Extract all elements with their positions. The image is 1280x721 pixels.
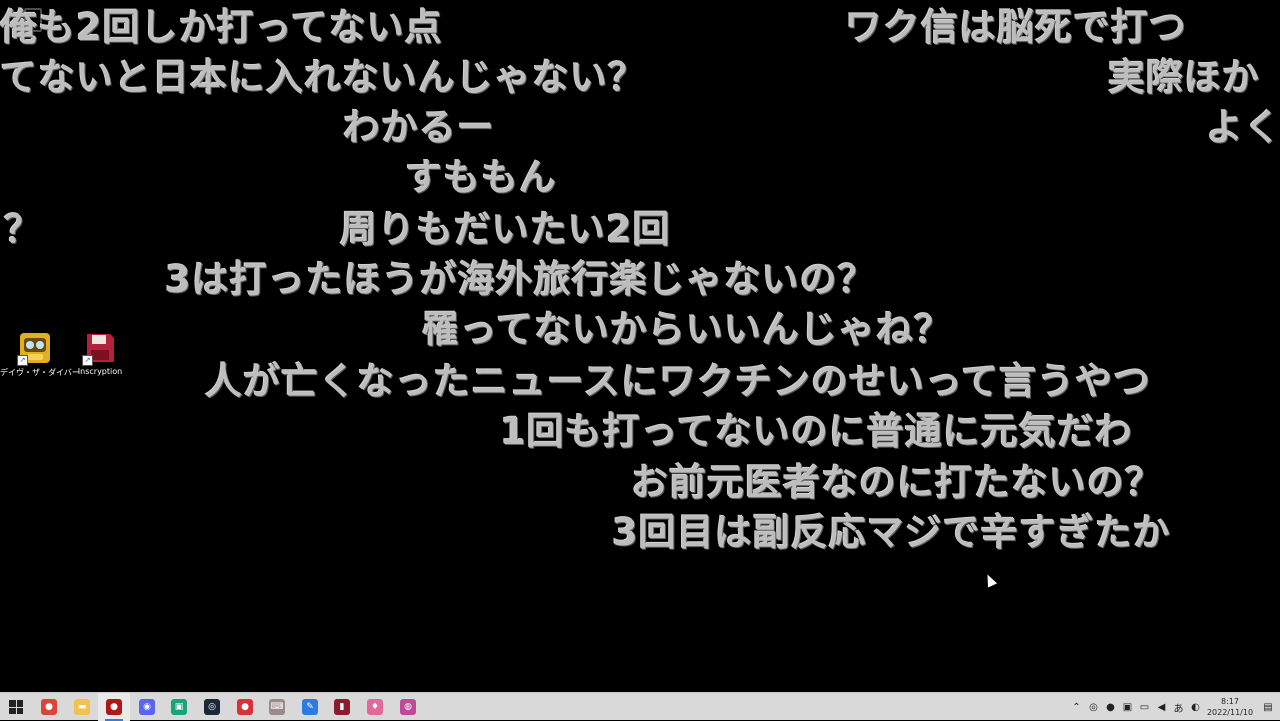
clock-time: 8:17: [1221, 697, 1239, 706]
app-icon: ●: [106, 699, 122, 715]
taskbar-app-file-explorer[interactable]: ▬: [66, 693, 98, 721]
screen-icon[interactable]: ▭: [1136, 693, 1153, 721]
flame-icon: ♦: [367, 699, 383, 715]
taskbar-app-app-flame[interactable]: ♦: [359, 693, 391, 721]
notification-icon[interactable]: ▤: [1256, 693, 1280, 721]
taskbar-app-inscryption[interactable]: ▮: [326, 693, 358, 721]
shortcut-arrow-icon: ↗: [17, 355, 28, 366]
comment: 罹ってないからいいんじゃね？: [422, 308, 953, 351]
inscryption-taskbar-icon: ▮: [334, 699, 350, 715]
folder-icon: ▬: [74, 699, 90, 715]
steam-icon: ◎: [204, 699, 220, 715]
clock[interactable]: 8:17 2022/11/10: [1204, 696, 1256, 718]
chevron-up-icon[interactable]: ⌃: [1068, 693, 1085, 721]
desktop-icon-inscryption[interactable]: ↗ Inscryption: [65, 332, 135, 376]
comment: 1回も打ってないのに普通に元気だわ: [500, 410, 1133, 453]
comment: 俺も2回しか打ってない点: [0, 6, 443, 49]
mouse-cursor-icon: [982, 572, 998, 588]
desktop-icon-dave-the-diver[interactable]: ↗ デイヴ・ザ・ダイバー: [0, 332, 80, 378]
system-tray: ⌃ ◎ ● ▣ ▭ ◀ あ ◐ 8:17 2022/11/10 ▤: [1068, 693, 1280, 721]
comment: すももん: [405, 156, 557, 199]
taskbar-app-app-blue[interactable]: ✎: [294, 693, 326, 721]
comment: 人が亡くなったニュースにワクチンのせいって言うやつ: [205, 360, 1152, 403]
windows-logo-icon: [9, 700, 23, 714]
ime-icon[interactable]: あ: [1170, 693, 1187, 721]
taskbar-app-discord[interactable]: ◉: [131, 693, 163, 721]
comment: 3回目は副反応マジで辛すぎたか: [612, 511, 1171, 554]
comment: ？: [4, 208, 42, 251]
shield-icon[interactable]: ◐: [1187, 693, 1204, 721]
comment: 実際ほか: [1108, 56, 1260, 99]
taskbar-app-app-green[interactable]: ▣: [163, 693, 195, 721]
desktop-icon-label: Inscryption: [77, 367, 123, 376]
volume-icon[interactable]: ◀: [1153, 693, 1170, 721]
taskbar: ● ▬ ● ◉ ▣ ◎ ● ⌨ ✎ ▮ ♦ ◍ ⌃ ◎ ● ▣ ▭ ◀ あ ◐ 8:17 2022/1…: [0, 692, 1280, 721]
dave-the-diver-icon: ↗: [17, 332, 51, 366]
shortcut-arrow-icon: ↗: [82, 355, 93, 366]
start-button[interactable]: [0, 693, 32, 721]
keyboard-icon: ⌨: [269, 699, 285, 715]
meet-icon[interactable]: ◎: [1085, 693, 1102, 721]
comment: 周りもだいたい2回: [340, 208, 671, 251]
taskbar-app-app-red-black[interactable]: ●: [98, 693, 130, 721]
multicolor-app-icon: ◍: [400, 699, 416, 715]
red-app-icon: ●: [237, 699, 253, 715]
chrome-icon: ●: [41, 699, 57, 715]
clock-date: 2022/11/10: [1206, 708, 1254, 717]
desktop-icon-label: デイヴ・ザ・ダイバー: [0, 368, 80, 377]
taskbar-app-chrome[interactable]: ●: [33, 693, 65, 721]
taskbar-app-app-red[interactable]: ●: [229, 693, 261, 721]
comment: お前元医者なのに打たないの？: [631, 461, 1163, 504]
green-app-icon: ▣: [171, 699, 187, 715]
desktop: 俺も2回しか打ってない点 ワク信は脳死で打つ てないと日本に入れないんじゃない？…: [0, 0, 1280, 692]
blue-app-icon: ✎: [302, 699, 318, 715]
comment: ワク信は脳死で打つ: [845, 6, 1187, 49]
comment: よく: [1206, 106, 1280, 149]
taskbar-app-app-multi[interactable]: ◍: [392, 693, 424, 721]
taskbar-app-keyboard[interactable]: ⌨: [261, 693, 293, 721]
mic-icon[interactable]: ●: [1102, 693, 1119, 721]
discord-icon: ◉: [139, 699, 155, 715]
comment: てないと日本に入れないんじゃない？: [0, 56, 646, 99]
network-icon[interactable]: ▣: [1119, 693, 1136, 721]
comment: わかるー: [343, 106, 495, 149]
comment: 3は打ったほうが海外旅行楽じゃないの？: [165, 258, 876, 301]
inscryption-icon: ↗: [82, 332, 116, 366]
taskbar-app-steam[interactable]: ◎: [196, 693, 228, 721]
